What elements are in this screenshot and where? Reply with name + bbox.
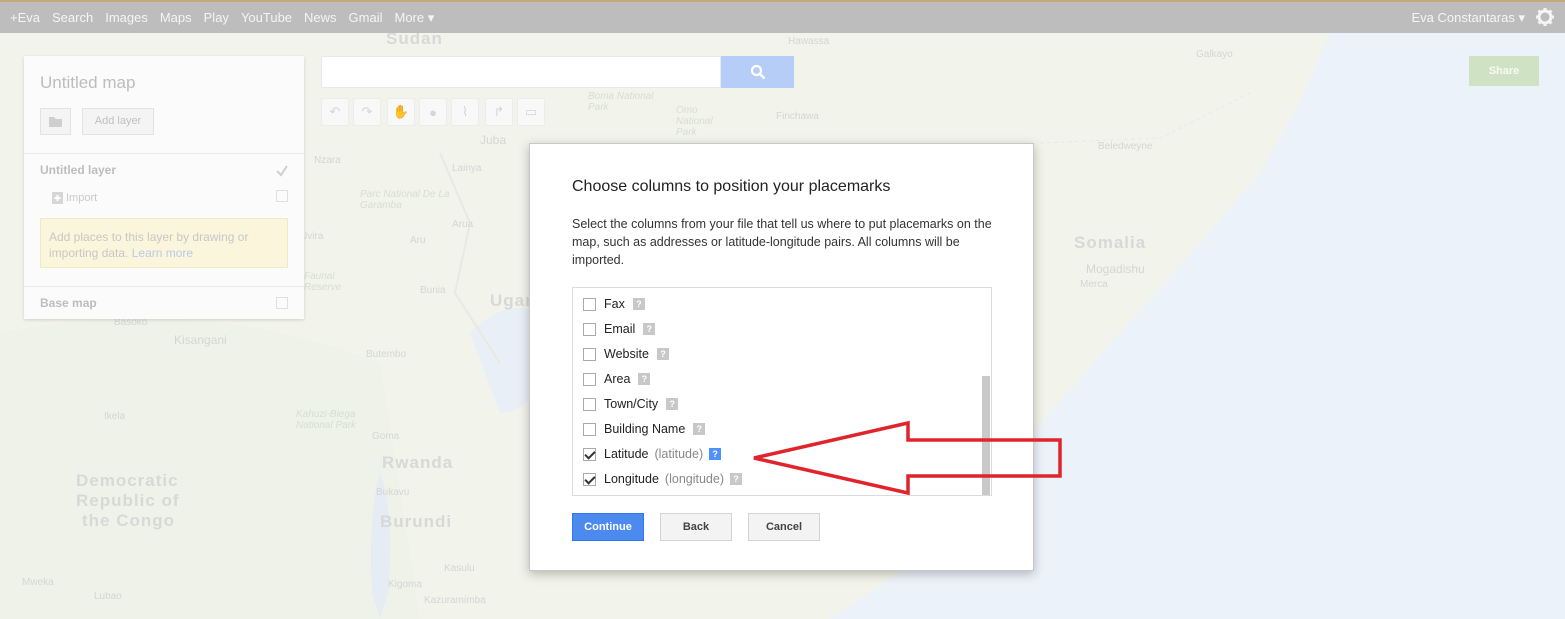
help-icon[interactable]: ? <box>638 373 651 385</box>
import-icon <box>52 192 63 204</box>
marker-icon: ● <box>429 104 437 120</box>
undo-icon: ↶ <box>329 104 341 119</box>
dialog-description: Select the columns from your file that t… <box>572 217 992 267</box>
column-detected-hint: (longitude) <box>664 472 724 486</box>
dialog-title: Choose columns to position your placemar… <box>572 178 891 195</box>
help-icon[interactable]: ? <box>643 323 656 335</box>
redo-icon: ↷ <box>361 104 373 119</box>
nav-gmail[interactable]: Gmail <box>349 10 383 25</box>
column-detected-hint: (latitude) <box>654 447 704 461</box>
divider <box>24 286 304 287</box>
nav-youtube[interactable]: YouTube <box>241 10 292 25</box>
open-folder-button[interactable] <box>40 108 71 135</box>
column-label: Longitude <box>604 472 659 486</box>
help-icon[interactable]: ? <box>666 398 679 410</box>
empty-layer-hint: Add places to this layer by drawing or i… <box>40 218 288 268</box>
help-icon[interactable]: ? <box>632 298 645 310</box>
column-checkbox[interactable] <box>583 297 596 311</box>
search-input[interactable] <box>321 56 721 88</box>
annotation-arrow-icon <box>753 420 1062 496</box>
continue-button[interactable]: Continue <box>572 513 644 541</box>
user-menu[interactable]: Eva Constantaras ▾ <box>1412 10 1525 26</box>
column-checkbox[interactable] <box>583 397 596 411</box>
column-row[interactable]: Town/City ? <box>583 394 679 414</box>
nav-news[interactable]: News <box>304 10 337 25</box>
column-checkbox[interactable] <box>583 372 596 386</box>
search-button[interactable] <box>721 56 794 88</box>
map-toolbar: ↶ ↷ ✋ ● ⌇ ↱ ▭ <box>321 98 545 126</box>
column-label: Town/City <box>604 397 659 411</box>
search-icon <box>750 64 765 80</box>
column-row-latitude[interactable]: Latitude (latitude) ? <box>583 444 722 464</box>
column-label: Website <box>604 347 649 361</box>
nav-search[interactable]: Search <box>52 10 93 25</box>
column-label: Email <box>604 322 636 336</box>
redo-button[interactable]: ↷ <box>353 98 381 126</box>
nav-more[interactable]: More ▾ <box>395 10 435 26</box>
help-icon[interactable]: ? <box>709 448 722 460</box>
nav-plus-eva[interactable]: +Eva <box>10 10 40 25</box>
column-row-longitude[interactable]: Longitude (longitude) ? <box>583 469 742 489</box>
undo-button[interactable]: ↶ <box>321 98 349 126</box>
help-icon[interactable]: ? <box>730 473 742 485</box>
hand-icon: ✋ <box>392 104 410 119</box>
directions-icon: ↱ <box>493 104 505 119</box>
add-marker-button[interactable]: ● <box>419 98 447 126</box>
map-panel: Untitled map Add layer Untitled layer Im… <box>24 56 304 319</box>
share-button[interactable]: Share <box>1469 56 1539 86</box>
folder-icon <box>49 117 62 127</box>
column-checkbox-checked[interactable] <box>583 447 596 461</box>
column-label: Building Name <box>604 422 686 436</box>
column-row[interactable]: Fax ? <box>583 294 645 314</box>
column-row[interactable]: Area ? <box>583 369 651 389</box>
cancel-button[interactable]: Cancel <box>748 513 820 541</box>
column-checkbox[interactable] <box>583 347 596 361</box>
base-map-options-icon[interactable] <box>276 297 288 309</box>
directions-button[interactable]: ↱ <box>485 98 513 126</box>
google-bar: +Eva Search Images Maps Play YouTube New… <box>0 0 1565 33</box>
column-row[interactable]: Building Name ? <box>583 419 706 439</box>
import-link[interactable]: Import <box>66 192 97 204</box>
column-checkbox-checked[interactable] <box>583 472 596 486</box>
help-icon[interactable]: ? <box>656 348 669 360</box>
column-checkbox[interactable] <box>583 422 596 436</box>
gear-icon[interactable] <box>1535 7 1555 27</box>
back-button[interactable]: Back <box>660 513 732 541</box>
base-map-label[interactable]: Base map <box>40 296 97 310</box>
add-layer-button[interactable]: Add layer <box>82 108 154 135</box>
choose-columns-dialog: Choose columns to position your placemar… <box>529 143 1034 571</box>
layer-visible-checkbox[interactable] <box>276 164 288 177</box>
nav-play[interactable]: Play <box>204 10 229 25</box>
check-icon <box>276 165 288 177</box>
select-tool-button[interactable]: ✋ <box>387 98 415 126</box>
column-label: Area <box>604 372 631 386</box>
learn-more-link[interactable]: Learn more <box>132 246 193 260</box>
measure-button[interactable]: ▭ <box>517 98 545 126</box>
polygon-icon: ⌇ <box>461 104 469 119</box>
layer-options-icon[interactable] <box>276 190 288 202</box>
nav-images[interactable]: Images <box>105 10 148 25</box>
map-title[interactable]: Untitled map <box>40 73 135 93</box>
column-label: Latitude <box>604 447 649 461</box>
column-label: Fax <box>604 297 625 311</box>
draw-line-button[interactable]: ⌇ <box>451 98 479 126</box>
column-row[interactable]: Email ? <box>583 319 656 339</box>
nav-maps[interactable]: Maps <box>160 10 192 25</box>
help-icon[interactable]: ? <box>693 423 706 435</box>
divider <box>24 153 304 154</box>
column-row[interactable]: Website ? <box>583 344 669 364</box>
ruler-icon: ▭ <box>524 104 538 119</box>
column-checkbox[interactable] <box>583 322 596 336</box>
layer-name[interactable]: Untitled layer <box>40 163 116 177</box>
